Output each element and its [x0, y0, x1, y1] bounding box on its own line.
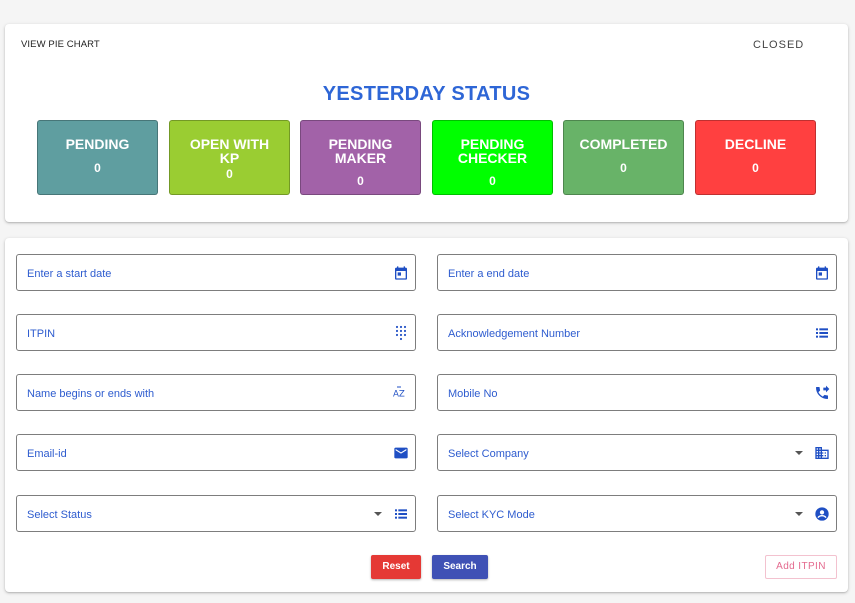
- kyc-mode-placeholder: Select KYC Mode: [448, 509, 535, 521]
- dialpad-icon: [393, 325, 409, 341]
- phone-forwarded-icon: [814, 385, 830, 401]
- kyc-mode-select[interactable]: Select KYC Mode: [437, 495, 837, 532]
- tile-count: 0: [752, 161, 759, 175]
- add-itpin-button[interactable]: Add ITPIN: [765, 555, 837, 579]
- page-title: YESTERDAY STATUS: [322, 83, 531, 105]
- tile-count: 0: [94, 161, 101, 175]
- acknowledgement-number-field[interactable]: Acknowledgement Number: [437, 314, 837, 351]
- tile-decline[interactable]: DECLINE 0: [695, 120, 816, 195]
- reset-button[interactable]: Reset: [371, 555, 421, 579]
- tile-label: COMPLETED: [579, 136, 668, 152]
- list-icon: [393, 506, 409, 522]
- tile-count: 0: [489, 174, 496, 188]
- itpin-field[interactable]: ITPIN: [16, 314, 416, 351]
- sort-az-icon: AZ: [393, 385, 409, 401]
- tile-pending-checker[interactable]: PENDING CHECKER 0: [432, 120, 553, 195]
- email-placeholder: Email-id: [27, 448, 67, 460]
- name-placeholder: Name begins or ends with: [27, 388, 155, 400]
- calendar-icon[interactable]: [814, 265, 830, 281]
- end-date-field[interactable]: Enter a end date: [437, 254, 837, 291]
- account-circle-icon: [814, 506, 830, 522]
- tile-label: OPEN WITH KP: [189, 136, 270, 166]
- building-icon: [814, 445, 830, 461]
- chevron-down-icon[interactable]: [374, 512, 382, 516]
- tile-completed[interactable]: COMPLETED 0: [563, 120, 684, 195]
- view-pie-chart-link[interactable]: VIEW PIE CHART: [21, 39, 100, 50]
- tile-pending-maker[interactable]: PENDING MAKER 0: [300, 120, 421, 195]
- closed-button[interactable]: CLOSED: [753, 39, 804, 51]
- name-field[interactable]: Name begins or ends with AZ: [16, 374, 416, 411]
- status-select[interactable]: Select Status: [16, 495, 416, 532]
- acknowledgement-number-placeholder: Acknowledgement Number: [448, 328, 581, 340]
- tile-label: PENDING: [65, 136, 130, 152]
- search-filter-card: Enter a start date Enter a end date ITPI…: [5, 238, 848, 592]
- list-icon: [814, 325, 830, 341]
- yesterday-status-card: VIEW PIE CHART CLOSED YESTERDAY STATUS P…: [5, 24, 848, 222]
- company-select[interactable]: Select Company: [437, 434, 837, 471]
- start-date-field[interactable]: Enter a start date: [16, 254, 416, 291]
- chevron-down-icon[interactable]: [795, 451, 803, 455]
- itpin-placeholder: ITPIN: [27, 328, 56, 340]
- svg-text:AZ: AZ: [393, 389, 405, 399]
- mobile-placeholder: Mobile No: [448, 388, 498, 400]
- status-placeholder: Select Status: [27, 509, 92, 521]
- tile-open-with-kp[interactable]: OPEN WITH KP 0: [169, 120, 290, 195]
- calendar-icon[interactable]: [393, 265, 409, 281]
- start-date-placeholder: Enter a start date: [27, 268, 112, 280]
- mobile-field[interactable]: Mobile No: [437, 374, 837, 411]
- chevron-down-icon[interactable]: [795, 512, 803, 516]
- email-field[interactable]: Email-id: [16, 434, 416, 471]
- tile-label: PENDING MAKER: [328, 136, 393, 166]
- tile-label: DECLINE: [724, 136, 787, 152]
- search-button[interactable]: Search: [432, 555, 488, 579]
- tile-count: 0: [357, 174, 364, 188]
- company-placeholder: Select Company: [448, 448, 529, 460]
- tile-label: PENDING CHECKER: [457, 136, 528, 166]
- tile-count: 0: [620, 161, 627, 175]
- tile-pending[interactable]: PENDING 0: [37, 120, 158, 195]
- tile-count: 0: [226, 167, 233, 181]
- mail-icon: [393, 445, 409, 461]
- end-date-placeholder: Enter a end date: [448, 268, 530, 280]
